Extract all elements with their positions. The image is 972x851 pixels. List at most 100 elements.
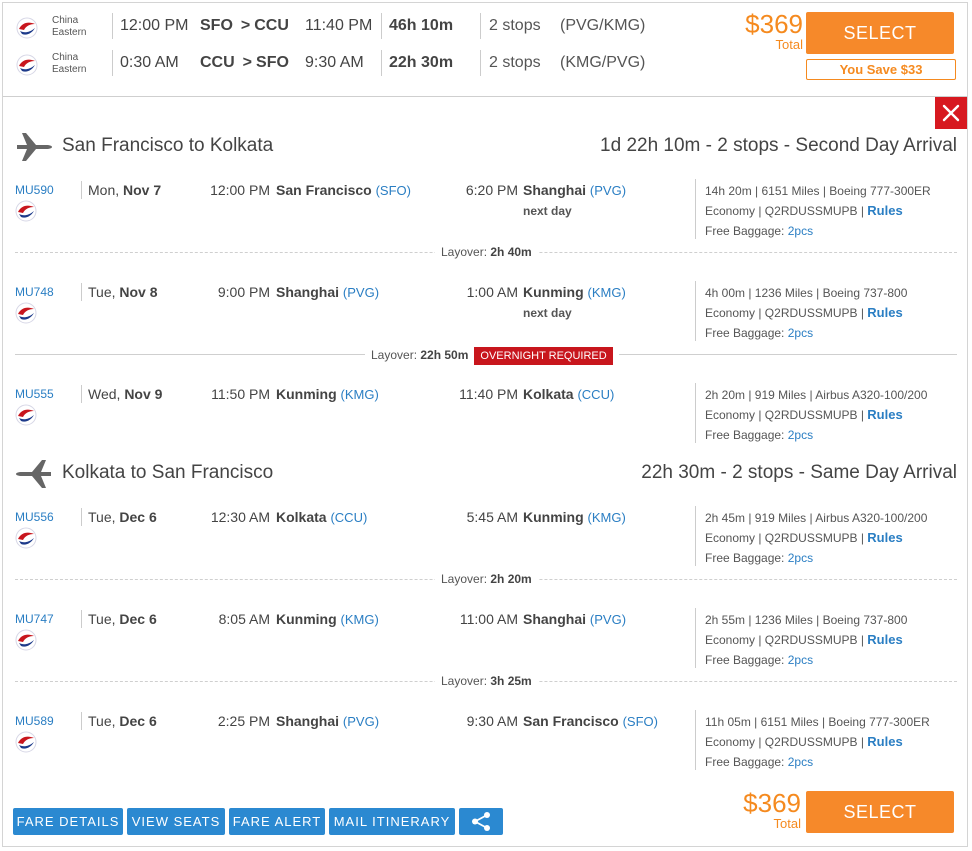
depart-airport: Shanghai (PVG) [276,713,380,729]
duration-distance-aircraft: 2h 45m | 919 Miles | Airbus A320-100/200 [705,511,928,525]
route: CCU > SFO [200,54,289,71]
rules-link[interactable]: Rules [867,632,902,647]
airline-name: China Eastern [52,52,87,75]
baggage-link[interactable]: 2pcs [788,224,813,238]
arrive-time: 1:00 AM [466,284,518,300]
segment-details: 14h 20m | 6151 Miles | Boeing 777-300ER … [705,181,931,241]
divider [112,50,113,76]
arrive-time: 5:45 AM [466,509,518,525]
mail-itinerary-button[interactable]: MAIL ITINERARY [329,808,455,835]
depart-airport: Kunming (KMG) [276,611,379,627]
flight-number[interactable]: MU589 [15,714,54,728]
baggage-link[interactable]: 2pcs [788,755,813,769]
cabin-fare: Economy | Q2RDUSSMUPB | Rules [705,530,903,545]
layover-label: Layover: 2h 40m [435,245,538,259]
journey-title: Kolkata to San Francisco [62,462,274,483]
layover-divider: Layover: 3h 25m [15,672,957,692]
stops-via: (PVG/KMG) [560,17,646,34]
rules-link[interactable]: Rules [867,734,902,749]
flight-date: Mon, Nov 7 [88,182,162,198]
depart-airport: Kolkata (CCU) [276,509,368,525]
arrive-time: 9:30 AM [466,713,518,729]
stops-count: 2 stops [489,54,541,71]
rules-link[interactable]: Rules [867,530,902,545]
journey-header-outbound: San Francisco to Kolkata 1d 22h 10m - 2 … [15,129,957,165]
total-price-bottom: $369 Total [723,789,801,831]
flight-number[interactable]: MU590 [15,183,54,197]
next-day-note: next day [523,204,572,218]
china-eastern-logo-icon [16,17,38,42]
fare-details-button[interactable]: FARE DETAILS [13,808,123,835]
total-duration: 46h 10m [389,17,454,34]
flight-number[interactable]: MU748 [15,285,54,299]
arrive-airport: San Francisco (SFO) [523,713,658,729]
flight-number[interactable]: MU747 [15,612,54,626]
fare-alert-button[interactable]: FARE ALERT [229,808,325,835]
rules-link[interactable]: Rules [867,407,902,422]
arrive-airport: Shanghai (PVG) [523,611,627,627]
route: SFO > CCU [200,17,289,34]
baggage: Free Baggage: 2pcs [705,755,814,769]
stops-via: (KMG/PVG) [560,54,646,71]
divider [112,13,113,39]
journey-title: San Francisco to Kolkata [62,135,274,156]
arrive-time: 9:30 AM [305,54,364,71]
share-button[interactable] [459,808,503,835]
select-button[interactable]: SELECT [806,12,954,54]
baggage-link[interactable]: 2pcs [788,326,813,340]
flight-number[interactable]: MU556 [15,510,54,524]
view-seats-button[interactable]: VIEW SEATS [127,808,225,835]
cabin-fare: Economy | Q2RDUSSMUPB | Rules [705,203,903,218]
duration-distance-aircraft: 4h 00m | 1236 Miles | Boeing 737-800 [705,286,908,300]
depart-time: 8:05 AM [218,611,270,627]
depart-time: 12:00 PM [210,182,270,198]
cabin-fare: Economy | Q2RDUSSMUPB | Rules [705,734,903,749]
cabin-fare: Economy | Q2RDUSSMUPB | Rules [705,632,903,647]
arrive-airport: Shanghai (PVG) [523,182,627,198]
divider [480,13,481,39]
flight-date: Wed, Nov 9 [88,386,163,402]
flight-date: Tue, Dec 6 [88,713,157,729]
segment-details: 11h 05m | 6151 Miles | Boeing 777-300ER … [705,712,930,772]
depart-time: 2:25 PM [217,713,270,729]
select-button-bottom[interactable]: SELECT [806,791,954,833]
flight-segment: MU589 Tue, Dec 6 2:25 PM Shanghai (PVG) … [3,708,967,788]
flight-date: Tue, Dec 6 [88,611,157,627]
baggage-link[interactable]: 2pcs [788,551,813,565]
divider [81,712,82,730]
journey-summary: 1d 22h 10m - 2 stops - Second Day Arriva… [600,135,957,156]
plane-right-icon [15,129,53,166]
divider [81,508,82,526]
flight-segment: MU555 Wed, Nov 9 11:50 PM Kunming (KMG) … [3,381,967,461]
close-button[interactable] [935,97,967,129]
itinerary-summary[interactable]: China Eastern 12:00 PM SFO > CCU 11:40 PM 4… [3,3,967,97]
journey-header-return: Kolkata to San Francisco 22h 30m - 2 sto… [15,456,957,492]
rules-link[interactable]: Rules [867,203,902,218]
flight-date: Tue, Dec 6 [88,509,157,525]
layover-label: Layover: 22h 50m OVERNIGHT REQUIRED [365,347,619,365]
baggage: Free Baggage: 2pcs [705,326,814,340]
segment-details: 2h 55m | 1236 Miles | Boeing 737-800 Eco… [705,610,907,670]
depart-time: 12:00 PM [120,17,189,34]
arrive-time: 11:00 AM [459,611,518,627]
divider [381,50,382,76]
flight-number[interactable]: MU555 [15,387,54,401]
layover-label: Layover: 3h 25m [435,674,538,688]
depart-time: 11:50 PM [211,386,270,402]
rules-link[interactable]: Rules [867,305,902,320]
price-amount: $369 [745,9,803,39]
segment-details: 4h 00m | 1236 Miles | Boeing 737-800 Eco… [705,283,907,343]
layover-divider: Layover: 22h 50m OVERNIGHT REQUIRED [15,345,957,365]
baggage-link[interactable]: 2pcs [788,428,813,442]
summary-row-return: China Eastern 0:30 AM CCU > SFO 9:30 AM 22h… [3,46,743,80]
divider [695,179,696,239]
china-eastern-logo-icon [15,527,37,552]
depart-time: 12:30 AM [210,509,270,525]
cabin-fare: Economy | Q2RDUSSMUPB | Rules [705,305,903,320]
divider [695,281,696,341]
divider [695,710,696,770]
arrive-time: 11:40 PM [459,386,518,402]
baggage-link[interactable]: 2pcs [788,653,813,667]
price-label: Total [775,37,803,52]
baggage: Free Baggage: 2pcs [705,551,814,565]
